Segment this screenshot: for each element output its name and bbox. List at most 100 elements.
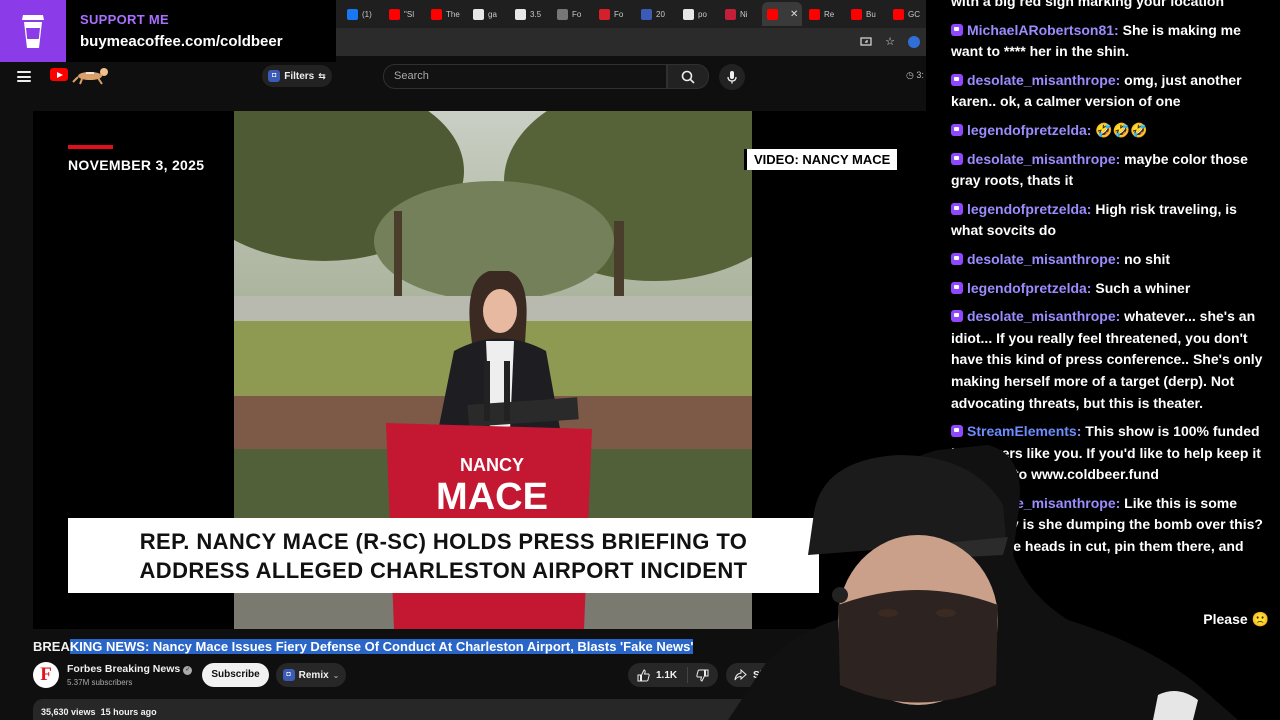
thumbs-up-icon [637,668,650,681]
tab-favicon-icon [557,8,568,20]
thumbs-down-icon [696,669,709,682]
filters-button[interactable]: ◘ Filters ⇆ [262,65,332,87]
subscriber-badge-icon [951,310,963,323]
tab-favicon-icon [767,8,778,20]
chat-username[interactable]: legendofpretzelda [967,201,1087,217]
tab-favicon-icon [893,8,904,20]
tab-favicon-icon [683,8,694,20]
cast-icon[interactable] [860,36,872,48]
browser-tab-strip: (1) "SI The ga 3.5 Fo Fo 20 po Ni ✕ Re Bu GC [336,0,926,28]
like-dislike-group: 1.1K [628,663,718,687]
chat-username[interactable]: legendofpretzelda [967,280,1087,296]
view-count: 35,630 views [41,707,96,717]
browser-tab[interactable]: "SI [384,2,424,26]
screen: (1) "SI The ga 3.5 Fo Fo 20 po Ni ✕ Re Bu GC ☆ ◘ Filt… [0,0,1280,720]
tab-label: (1) [362,9,372,19]
browser-tab[interactable]: GC [888,2,926,26]
tab-label: Bu [866,9,876,19]
chat-text: with a big red sign marking your locatio… [951,0,1225,9]
browser-tab[interactable]: ✕ [762,2,802,26]
doodle-logo-icon[interactable] [72,65,114,85]
browser-tab[interactable]: The [426,2,466,26]
microphone-icon [727,71,737,84]
browser-tab[interactable]: ga [468,2,508,26]
timer-chip[interactable]: ◷ 3: [906,70,924,81]
tab-favicon-icon [851,8,862,20]
tab-favicon-icon [473,8,484,20]
subscriber-count: 5.37M subscribers [67,678,133,687]
subscriber-badge-icon [951,23,963,36]
browser-tab[interactable]: Fo [594,2,634,26]
tab-close-icon[interactable]: ✕ [790,9,798,20]
tab-label: Re [824,9,835,19]
tab-label: Fo [614,9,624,19]
search-icon [681,70,695,84]
streamer-webcam-image [728,445,1238,720]
browser-tab[interactable]: Ni [720,2,760,26]
chat-username[interactable]: desolate_misanthrope [967,251,1116,267]
channel-name: Forbes Breaking News [67,663,181,675]
dislike-button[interactable] [688,669,709,682]
subscriber-badge-icon [951,281,963,294]
chat-username[interactable]: desolate_misanthrope [967,308,1116,324]
chat-message: with a big red sign marking your locatio… [951,0,1269,13]
extension-icon: ◘ [282,669,295,681]
tab-favicon-icon [515,8,526,20]
subscribe-button[interactable]: Subscribe [202,663,269,687]
chat-username[interactable]: desolate_misanthrope [967,72,1116,88]
browser-tab[interactable]: 20 [636,2,676,26]
tab-label: Fo [572,9,582,19]
subscriber-badge-icon [951,202,963,215]
like-button[interactable]: 1.1K [628,667,689,683]
voice-search-button[interactable] [719,64,745,90]
extension-icon: ◘ [268,70,281,82]
chat-message: desolate_misanthrope: maybe color those … [951,149,1269,192]
browser-tab[interactable]: Bu [846,2,886,26]
support-title: SUPPORT ME [80,12,169,27]
browser-tab[interactable]: Fo [552,2,592,26]
video-title-prefix: BREA [33,639,70,654]
subscriber-badge-icon [951,123,963,136]
video-title-highlighted: KING NEWS: Nancy Mace Issues Fiery Defen… [69,639,694,654]
chat-separator: : [1115,250,1125,267]
menu-icon[interactable] [17,71,31,82]
video-title: BREAKING NEWS: Nancy Mace Issues Fiery D… [33,639,694,654]
chat-username[interactable]: desolate_misanthrope [967,151,1116,167]
browser-tab[interactable]: 3.5 [510,2,550,26]
remix-button[interactable]: ◘ Remix ⌄ [276,663,346,687]
chat-username[interactable]: StreamElements [967,423,1077,439]
video-date-label: NOVEMBER 3, 2025 [68,157,205,173]
chat-username[interactable]: MichaelARobertson81 [967,22,1114,38]
tab-favicon-icon [347,8,358,20]
chat-separator: : [1076,423,1086,440]
video-credit-label: VIDEO: NANCY MACE [744,149,898,170]
chat-separator: : [1114,21,1123,38]
bookmark-star-icon[interactable]: ☆ [884,36,896,48]
browser-tab[interactable]: (1) [342,2,382,26]
sliders-icon: ⇆ [318,70,326,81]
browser-tab[interactable]: Re [804,2,844,26]
profile-icon[interactable] [908,36,920,48]
search-input[interactable]: Search [383,64,667,89]
upload-age: 15 hours ago [100,707,157,717]
channel-name-link[interactable]: Forbes Breaking News ✓ [67,663,193,675]
chat-separator: : [1115,71,1125,88]
date-accent-bar [68,145,113,149]
search-button[interactable] [667,64,709,89]
tab-favicon-icon [389,8,400,20]
browser-address-bar[interactable]: ☆ [336,28,926,56]
view-stats: 35,630 views 15 hours ago [41,707,157,717]
lower-third-line1: REP. NANCY MACE (R-SC) HOLDS PRESS BRIEF… [139,528,748,554]
channel-avatar[interactable]: F [33,662,59,688]
subscriber-badge-icon [951,425,963,438]
chat-message: legendofpretzelda: 🤣🤣🤣 [951,120,1269,142]
chat-username[interactable]: legendofpretzelda [967,122,1087,138]
youtube-logo-icon[interactable] [50,68,68,81]
tab-favicon-icon [431,8,442,20]
coffee-cup-icon [22,15,44,48]
lower-third-banner: REP. NANCY MACE (R-SC) HOLDS PRESS BRIEF… [68,518,819,593]
chat-separator: : [1115,308,1125,325]
lower-third-line2: ADDRESS ALLEGED CHARLESTON AIRPORT INCID… [139,557,748,583]
tab-label: GC [908,9,920,19]
browser-tab[interactable]: po [678,2,718,26]
